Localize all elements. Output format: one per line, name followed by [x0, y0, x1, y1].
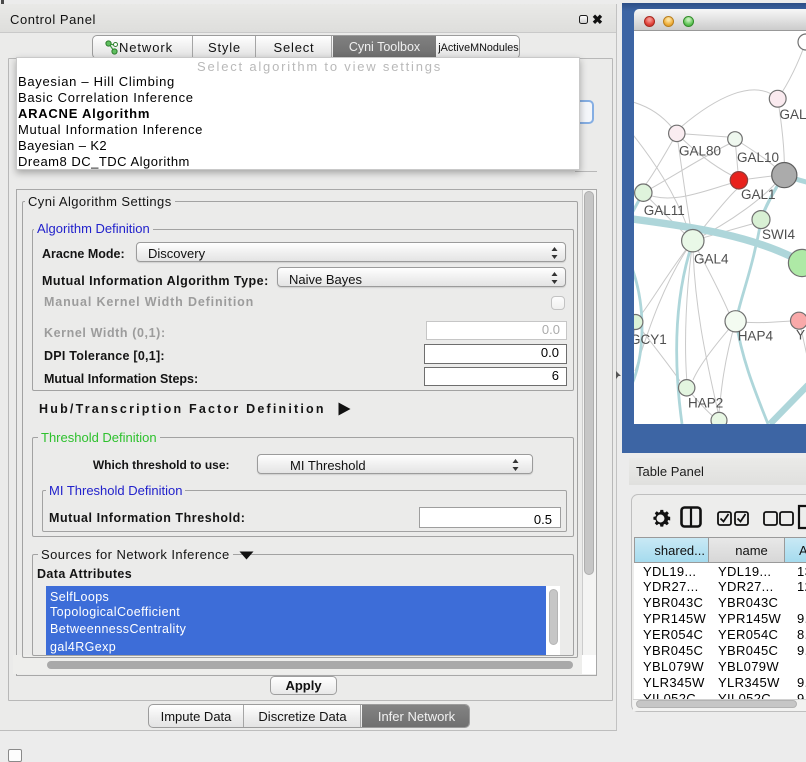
- svg-text:HAP4: HAP4: [738, 328, 774, 343]
- svg-text:HAP2: HAP2: [688, 396, 723, 411]
- svg-text:GAL1: GAL1: [741, 187, 776, 202]
- svg-text:GCY1: GCY1: [634, 332, 667, 347]
- svg-text:GAL2: GAL2: [780, 107, 806, 122]
- svg-text:GAL4: GAL4: [694, 251, 729, 266]
- svg-text:GAL11: GAL11: [644, 203, 685, 218]
- svg-text:GAL80: GAL80: [679, 143, 721, 158]
- svg-text:SWI4: SWI4: [762, 227, 795, 242]
- svg-text:GAL10: GAL10: [737, 150, 779, 165]
- svg-text:Y: Y: [796, 328, 805, 343]
